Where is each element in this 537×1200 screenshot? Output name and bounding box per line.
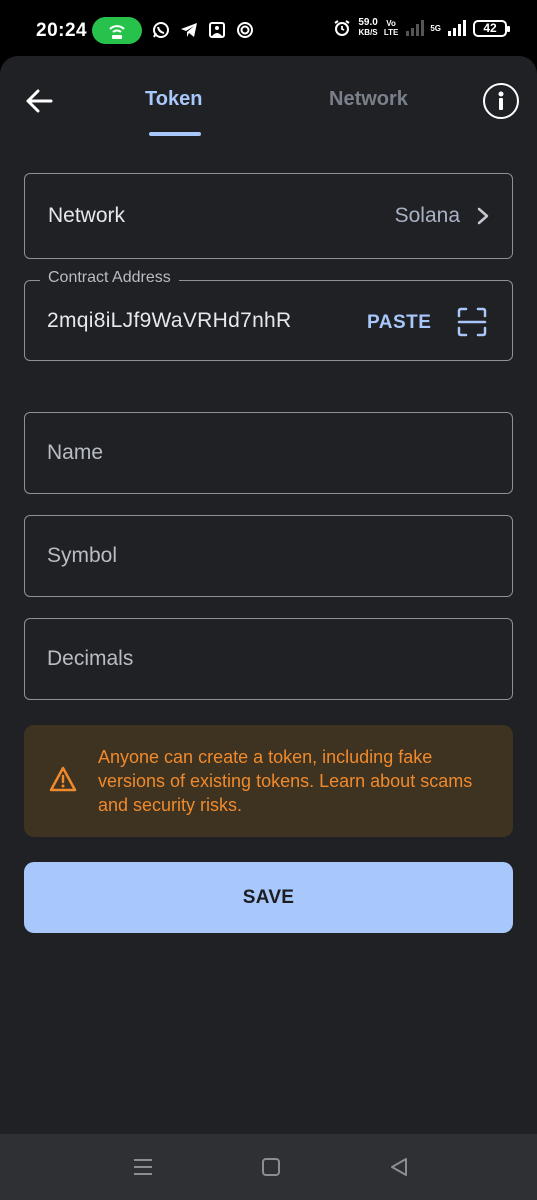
network-type: 5G (430, 23, 441, 33)
whatsapp-icon (151, 20, 171, 40)
name-field[interactable]: Name (24, 412, 513, 494)
network-value: Solana (394, 204, 460, 227)
signal-strength-icon (447, 18, 467, 38)
decimals-field[interactable]: Decimals (24, 618, 513, 700)
alarm-icon (332, 18, 352, 38)
back-button[interactable] (22, 84, 56, 118)
system-nav-bar (0, 1134, 537, 1200)
contract-address-label: Contract Address (40, 269, 179, 287)
contract-address-field[interactable]: Contract Address 2mqi8iLJf9WaVRHd7nhR PA… (24, 269, 513, 361)
battery-level: 42 (483, 21, 497, 35)
status-bar: 20:24 59.0 KB/S Vo LTE 5G 42 (0, 0, 537, 56)
warning-icon (49, 766, 77, 792)
hotspot-icon (92, 17, 142, 44)
status-time: 20:24 (36, 20, 88, 41)
active-tab-indicator (149, 132, 201, 136)
warning-banner: Anyone can create a token, including fak… (24, 725, 513, 837)
tab-network[interactable]: Network (329, 88, 408, 111)
home-icon[interactable] (260, 1156, 282, 1178)
gallery-icon (207, 20, 227, 40)
back-nav-icon[interactable] (388, 1156, 410, 1178)
save-button[interactable]: SAVE (24, 862, 513, 933)
network-selector[interactable]: Network Solana (24, 173, 513, 259)
scan-icon[interactable] (457, 307, 487, 337)
add-token-screen: Token Network Network Solana Contract Ad… (0, 56, 537, 1134)
volte-indicator: Vo LTE (383, 19, 399, 37)
name-placeholder: Name (47, 441, 104, 464)
symbol-placeholder: Symbol (47, 544, 118, 567)
paste-button[interactable]: PASTE (367, 312, 431, 334)
recent-apps-icon[interactable] (132, 1156, 154, 1178)
symbol-field[interactable]: Symbol (24, 515, 513, 597)
signal-icon (404, 18, 425, 38)
arrow-left-icon (26, 89, 53, 113)
info-button[interactable] (483, 83, 519, 119)
decimals-placeholder: Decimals (47, 647, 134, 670)
contract-address-input[interactable]: 2mqi8iLJf9WaVRHd7nhR (47, 309, 347, 333)
warning-text: Anyone can create a token, including fak… (98, 747, 473, 815)
chevron-right-icon (477, 207, 489, 225)
info-icon (498, 91, 504, 110)
battery-icon: 42 (473, 19, 510, 37)
telegram-icon (179, 20, 199, 40)
network-label: Network (48, 204, 126, 227)
app-icon (235, 20, 255, 40)
network-speed: 59.0 KB/S (358, 17, 378, 38)
tab-token[interactable]: Token (145, 88, 202, 111)
